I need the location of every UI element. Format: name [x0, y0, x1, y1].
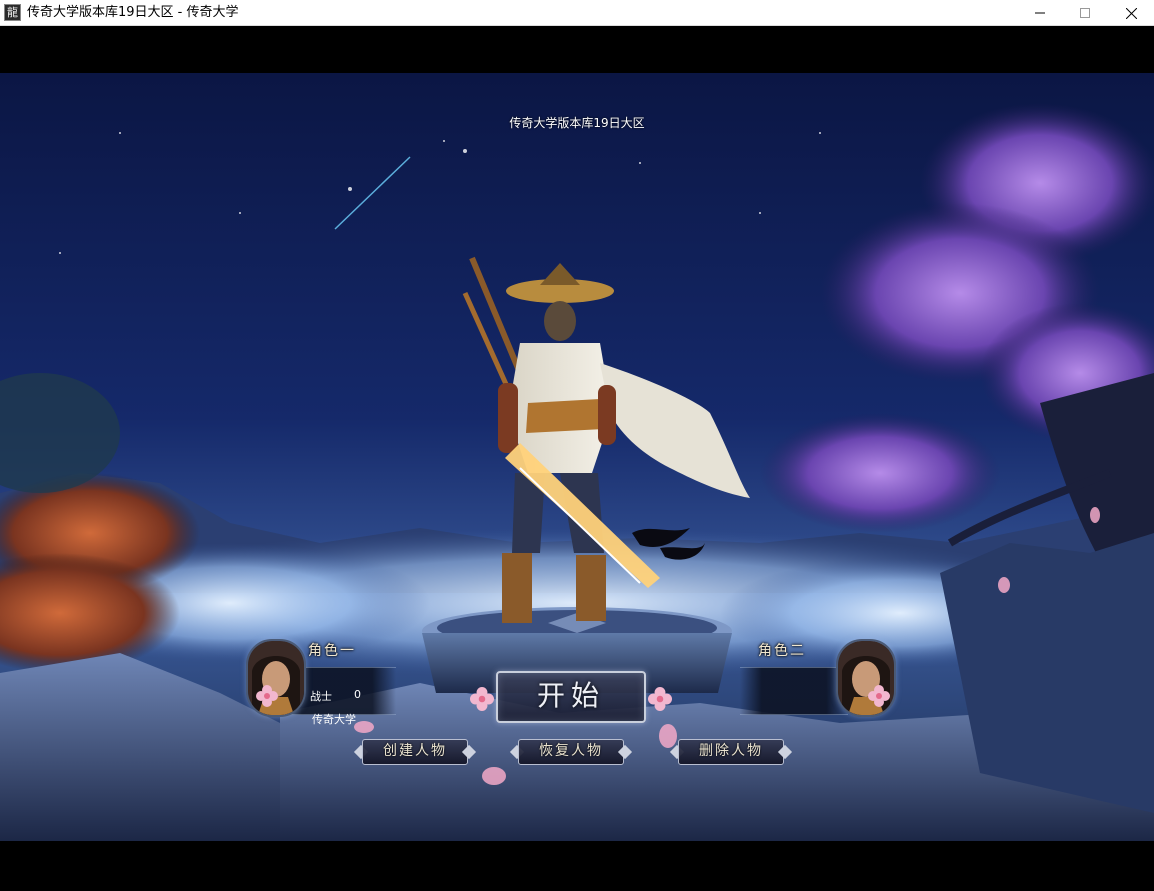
app-icon: 龍: [4, 4, 21, 21]
close-icon: [1125, 7, 1137, 19]
slot-1-label: 角色一: [308, 643, 356, 659]
start-button[interactable]: 开始: [470, 671, 672, 723]
slot-2-label: 角色二: [758, 643, 806, 659]
delete-character-button[interactable]: 删除人物: [669, 739, 793, 765]
start-button-label: 开始: [536, 679, 605, 712]
slot-1-level: 0: [354, 688, 361, 701]
character-slot-2[interactable]: 角色二: [740, 633, 900, 733]
create-button-label: 创建人物: [383, 743, 447, 759]
character-slot-1[interactable]: 角色一 战士 0 传奇大学: [238, 633, 398, 733]
character-select-scene: 传奇大学版本库19日大区 角色一 战士 0 传奇大学 角色二 开始 创建人物 恢…: [0, 73, 1154, 841]
window-titlebar: 龍 传奇大学版本库19日大区 - 传奇大学: [0, 0, 1154, 26]
restore-character-button[interactable]: 恢复人物: [509, 739, 633, 765]
server-name: 传奇大学版本库19日大区: [509, 116, 645, 130]
slot-1-name: 传奇大学: [312, 713, 356, 726]
restore-button-label: 恢复人物: [539, 743, 603, 759]
blossom-icon: [256, 685, 278, 707]
window-title: 传奇大学版本库19日大区 - 传奇大学: [27, 5, 239, 20]
blossom-icon: [470, 687, 494, 711]
letterbox-bottom: [0, 841, 1154, 891]
close-button[interactable]: [1108, 0, 1154, 26]
minimize-button[interactable]: [1017, 0, 1063, 26]
blossom-icon: [648, 687, 672, 711]
slot-1-class: 战士: [310, 690, 332, 703]
letterbox-top: [0, 26, 1154, 73]
create-character-button[interactable]: 创建人物: [353, 739, 477, 765]
blossom-icon: [868, 685, 890, 707]
slot-2-bar: [740, 667, 848, 715]
maximize-button[interactable]: [1062, 0, 1108, 26]
delete-button-label: 删除人物: [699, 743, 763, 759]
minimize-icon: [1035, 12, 1045, 14]
scene-background: [0, 73, 1154, 841]
maximize-icon: [1080, 8, 1090, 18]
